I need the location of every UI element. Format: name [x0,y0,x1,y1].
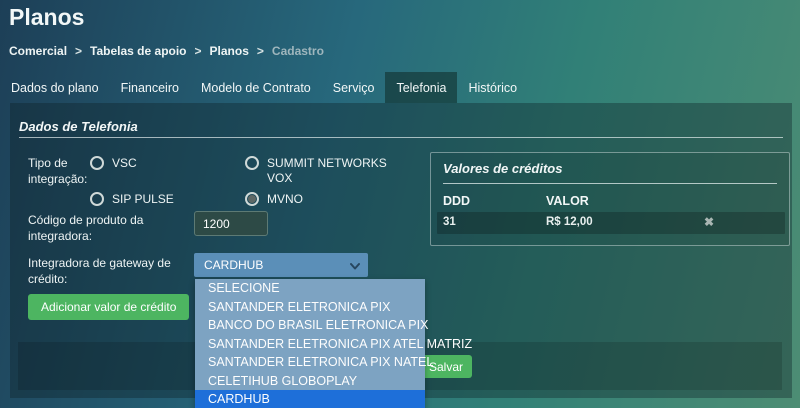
radio-label-summit: SUMMIT NETWORKS VOX [267,156,392,186]
radio-label-sip-pulse: SIP PULSE [112,192,174,207]
section-title: Dados de Telefonia [19,119,138,134]
breadcrumb-link-comercial[interactable]: Comercial [9,44,67,58]
tab-modelo-de-contrato[interactable]: Modelo de Contrato [190,72,322,103]
tab-dados-do-plano[interactable]: Dados do plano [0,72,110,103]
radio-circle-mvno-selected[interactable] [245,192,259,206]
radio-label-vsc: VSC [112,156,137,171]
radio-mvno[interactable]: MVNO [245,192,303,207]
radio-circle-sip-pulse[interactable] [90,192,104,206]
gateway-dropdown-list: SELECIONE SANTANDER ELETRONICA PIX BANCO… [195,279,425,408]
gateway-selected-value: CARDHUB [204,258,263,272]
breadcrumb-link-planos[interactable]: Planos [210,44,249,58]
radio-vsc[interactable]: VSC [90,156,137,171]
dropdown-option-cardhub[interactable]: CARDHUB [195,390,425,408]
gateway-select[interactable]: CARDHUB [194,253,368,277]
tab-servico[interactable]: Serviço [322,72,386,103]
dropdown-option-celetihub-globoplay[interactable]: CELETIHUB GLOBOPLAY [195,372,425,391]
breadcrumb-link-tabelas-de-apoio[interactable]: Tabelas de apoio [90,44,186,58]
page-title: Planos [9,4,84,31]
credits-panel-title: Valores de créditos [443,161,562,176]
radio-sip-pulse[interactable]: SIP PULSE [90,192,174,207]
breadcrumb-separator: > [257,44,264,58]
tab-historico[interactable]: Histórico [457,72,528,103]
product-code-label: Código de produto da integradora: [28,212,173,244]
credits-panel-divider [443,183,777,184]
radio-label-mvno: MVNO [267,192,303,207]
dropdown-option-selecione[interactable]: SELECIONE [195,279,425,298]
dropdown-option-santander-eletronica-pix-natel[interactable]: SANTANDER ELETRONICA PIX NATEL [195,353,425,372]
dropdown-option-santander-eletronica-pix-atel-matriz[interactable]: SANTANDER ELETRONICA PIX ATEL MATRIZ [195,335,425,354]
breadcrumb: Comercial > Tabelas de apoio > Planos > … [9,44,324,58]
planos-page: Planos Comercial > Tabelas de apoio > Pl… [0,0,800,408]
add-credit-button[interactable]: Adicionar valor de crédito [28,294,189,320]
breadcrumb-separator: > [195,44,202,58]
product-code-input[interactable] [194,211,268,236]
gateway-label: Integradora de gateway de crédito: [28,255,186,287]
radio-circle-summit[interactable] [245,156,259,170]
column-header-ddd: DDD [443,194,470,208]
tab-financeiro[interactable]: Financeiro [110,72,190,103]
dropdown-option-santander-eletronica-pix[interactable]: SANTANDER ELETRONICA PIX [195,298,425,317]
cell-valor: R$ 12,00 [546,216,593,228]
section-divider [19,137,783,138]
radio-summit-networks-vox[interactable]: SUMMIT NETWORKS VOX [245,156,392,186]
tab-telefonia[interactable]: Telefonia [385,72,457,103]
credits-panel: Valores de créditos DDD VALOR 31 R$ 12,0… [430,152,790,246]
credit-table-row: 31 R$ 12,00 ✖ [437,212,785,234]
column-header-valor: VALOR [546,194,589,208]
breadcrumb-current: Cadastro [272,44,324,58]
cell-ddd: 31 [443,216,456,228]
chevron-down-icon [350,260,360,274]
delete-row-icon[interactable]: ✖ [704,215,714,229]
dropdown-option-banco-do-brasil-eletronica-pix[interactable]: BANCO DO BRASIL ELETRONICA PIX [195,316,425,335]
breadcrumb-separator: > [75,44,82,58]
radio-circle-vsc[interactable] [90,156,104,170]
tab-bar: Dados do plano Financeiro Modelo de Cont… [0,72,528,103]
